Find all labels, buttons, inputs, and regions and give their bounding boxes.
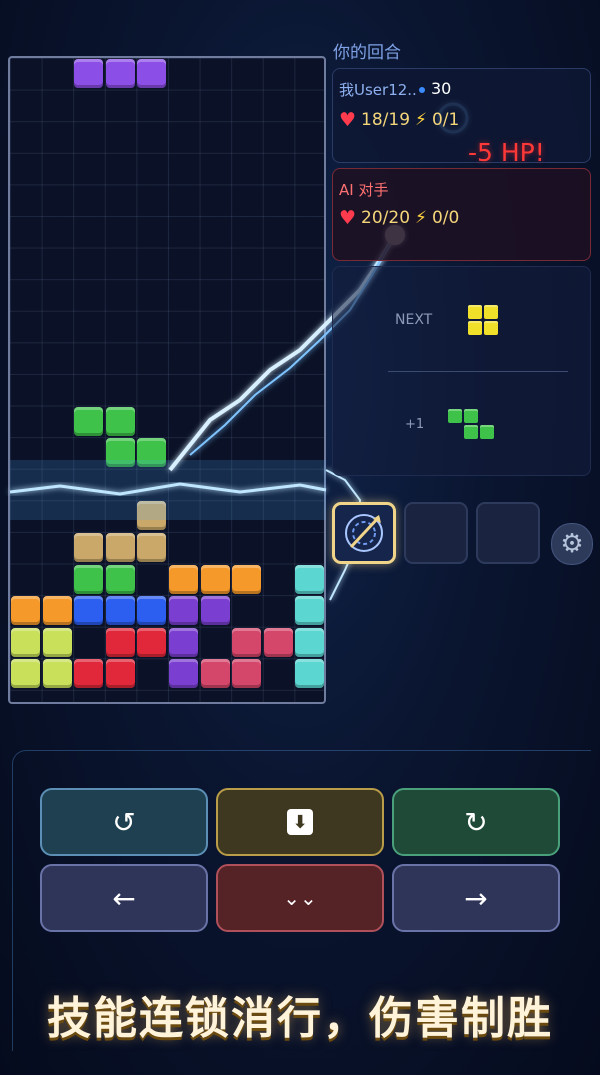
block-purple — [74, 59, 104, 88]
player-name: 我User12.. — [339, 81, 417, 99]
block-purple — [105, 59, 135, 88]
skill-slot-1[interactable] — [332, 502, 396, 564]
double-chevron-down-icon: ⌄⌄ — [283, 886, 317, 910]
block-green — [105, 406, 135, 436]
score-dot-icon — [419, 86, 425, 93]
block-orange — [42, 596, 72, 626]
block-green — [105, 564, 135, 594]
block-violet — [200, 596, 230, 626]
soft-drop-button[interactable]: ⌄⌄ — [216, 864, 384, 932]
rotate-right-icon: ↻ — [464, 805, 488, 839]
block-pink — [232, 627, 262, 657]
heart-icon: ♥ — [339, 207, 357, 229]
block-cyan — [295, 659, 324, 689]
ai-panel: AI 对手 ♥ 20/20 ⚡ 0/0 — [332, 168, 591, 261]
lightning-icon: ⚡ — [415, 110, 427, 130]
block-blue — [137, 596, 167, 626]
block-cyan — [295, 596, 324, 626]
block-violet — [169, 596, 198, 626]
block-pink — [232, 659, 262, 689]
ai-name: AI 对手 — [339, 181, 389, 199]
block-tan — [74, 533, 104, 562]
block-red — [105, 659, 135, 689]
block-yellowgreen — [11, 659, 40, 689]
preview-block — [484, 321, 498, 335]
block-yellowgreen — [11, 627, 40, 657]
lightning-icon: ⚡ — [415, 208, 427, 228]
block-violet — [169, 659, 198, 689]
preview-block — [464, 425, 478, 439]
next-piece-panel: NEXT +1 — [332, 266, 591, 476]
player-hp: 18/19 — [361, 110, 411, 130]
settings-gear-icon[interactable]: ⚙ — [551, 523, 593, 565]
skill-slot-3[interactable] — [476, 502, 540, 564]
rotate-right-button[interactable]: ↻ — [392, 788, 560, 856]
block-orange — [232, 564, 262, 594]
game-board — [8, 56, 326, 704]
preview-block — [448, 409, 462, 423]
block-cyan — [295, 564, 324, 594]
skill-sword-icon — [345, 514, 383, 552]
block-green — [74, 564, 104, 594]
queue-count-label: +1 — [405, 417, 425, 432]
arrow-left-icon: ← — [112, 881, 136, 915]
ai-energy: 0/0 — [431, 208, 460, 228]
block-orange — [200, 564, 230, 594]
hard-drop-button[interactable]: ⬇ — [216, 788, 384, 856]
arrow-right-icon: → — [464, 881, 488, 915]
skill-slot-2[interactable] — [404, 502, 468, 564]
block-red — [74, 659, 104, 689]
move-right-button[interactable]: → — [392, 864, 560, 932]
block-green — [105, 438, 135, 468]
ai-stats: ♥ 20/20 ⚡ 0/0 — [339, 207, 459, 229]
player-energy: 0/1 — [431, 110, 460, 130]
preview-block — [484, 305, 498, 319]
player-panel: 我User12.. 30 ♥ 18/19 ⚡ 0/1 — [332, 68, 591, 163]
block-blue — [105, 596, 135, 626]
block-cyan — [295, 627, 324, 657]
rotate-left-icon: ↺ — [112, 805, 136, 839]
turn-label: 你的回合 — [333, 43, 401, 63]
block-yellowgreen — [42, 659, 72, 689]
block-pink — [263, 627, 293, 657]
block-green — [137, 438, 167, 468]
block-tan — [137, 533, 167, 562]
hard-drop-icon: ⬇ — [287, 809, 313, 835]
preview-block — [464, 409, 478, 423]
ai-hp: 20/20 — [361, 208, 411, 228]
preview-block — [468, 321, 482, 335]
block-red — [105, 627, 135, 657]
block-tan — [137, 501, 167, 531]
preview-block — [468, 305, 482, 319]
block-orange — [11, 596, 40, 626]
block-purple — [137, 59, 167, 88]
move-left-button[interactable]: ← — [40, 864, 208, 932]
promo-slogan: 技能连锁消行，伤害制胜 — [47, 993, 553, 1044]
player-score: 30 — [419, 79, 451, 98]
block-orange — [169, 564, 198, 594]
block-violet — [169, 627, 198, 657]
preview-block — [480, 425, 494, 439]
player-stats: ♥ 18/19 ⚡ 0/1 — [339, 109, 459, 131]
damage-text: -5 HP! — [468, 138, 545, 167]
block-yellowgreen — [42, 627, 72, 657]
player-score-value: 30 — [431, 79, 452, 98]
block-tan — [105, 533, 135, 562]
block-red — [137, 627, 167, 657]
next-label: NEXT — [395, 312, 433, 328]
block-pink — [200, 659, 230, 689]
block-green — [74, 406, 104, 436]
rotate-left-button[interactable]: ↺ — [40, 788, 208, 856]
block-blue — [74, 596, 104, 626]
next-divider — [388, 371, 568, 372]
heart-icon: ♥ — [339, 109, 357, 131]
